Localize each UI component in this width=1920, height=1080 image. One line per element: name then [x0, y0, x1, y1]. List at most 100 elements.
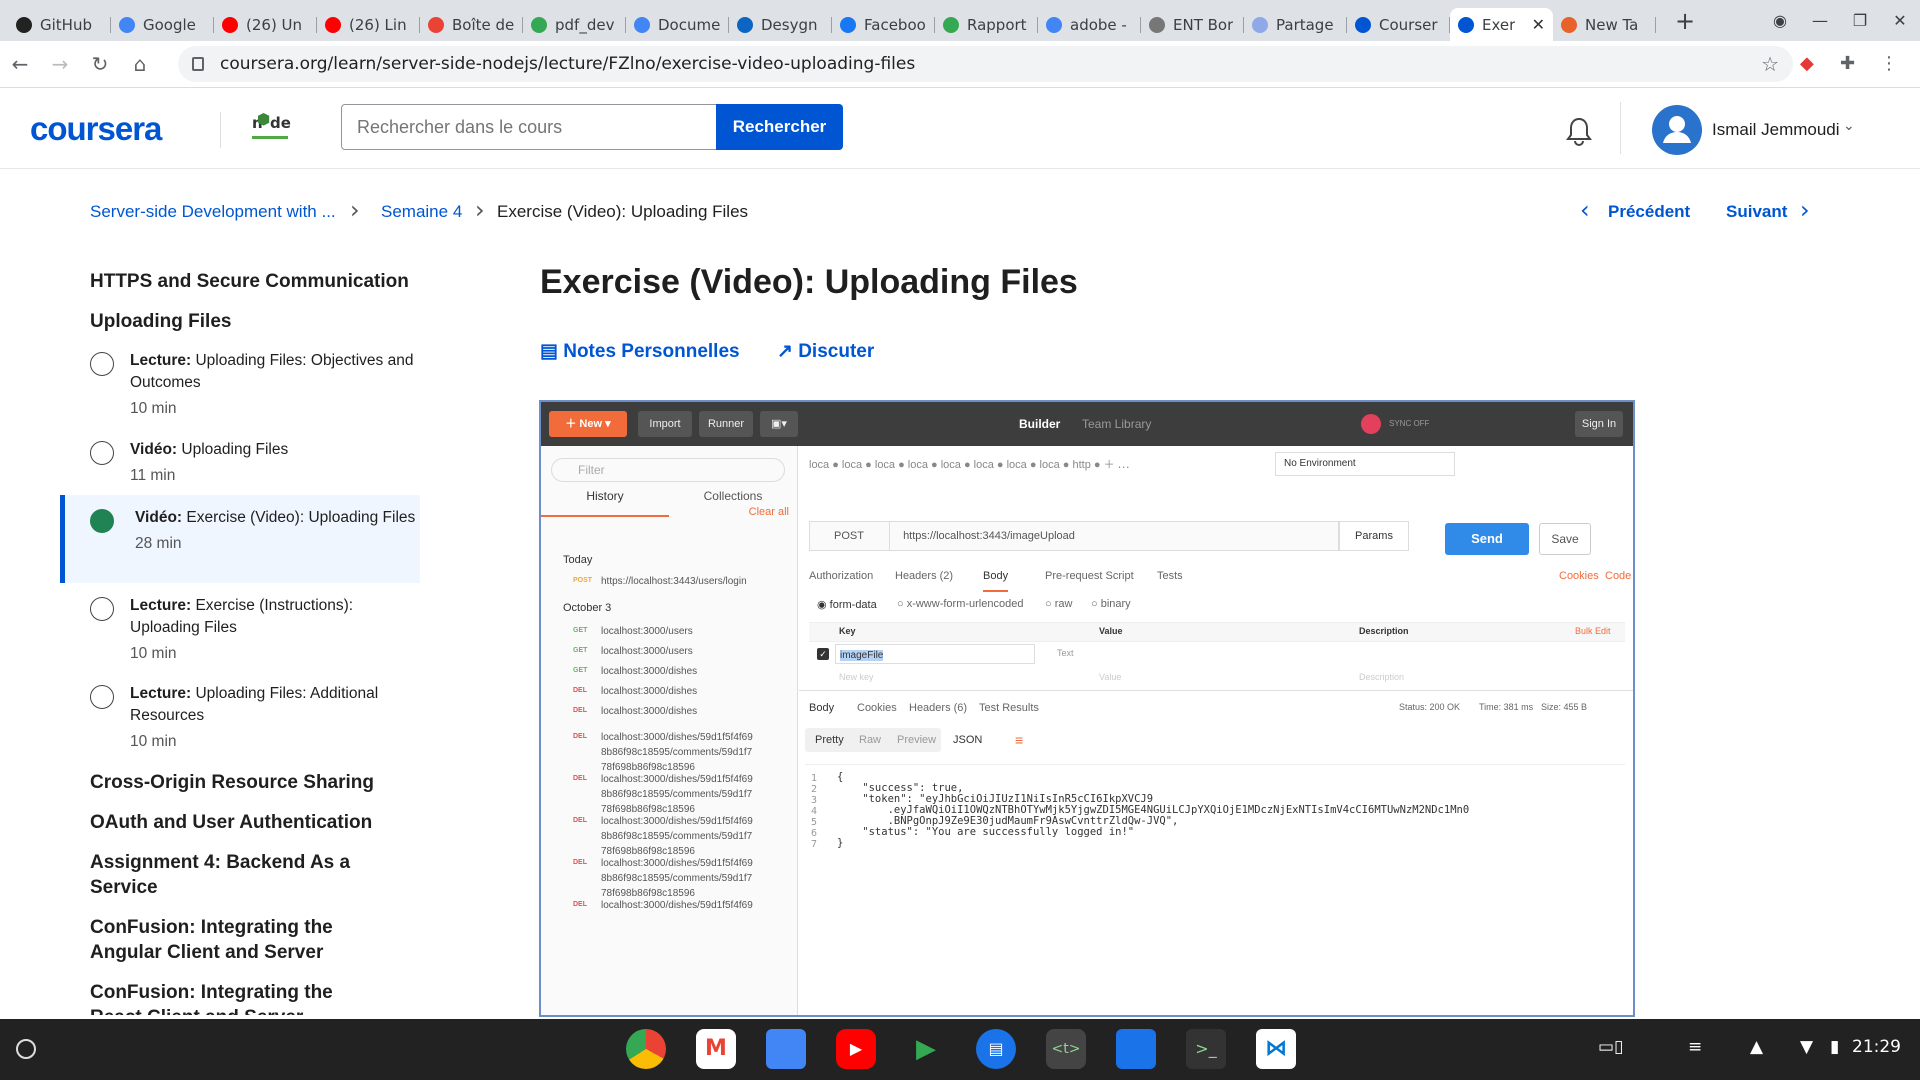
breadcrumb-week[interactable]: Semaine 4: [381, 202, 462, 222]
sidebar-section[interactable]: OAuth and User Authentication: [60, 810, 372, 835]
restore-button[interactable]: ❐: [1840, 11, 1880, 30]
bookmark-star-icon[interactable]: ☆: [1761, 52, 1779, 76]
browser-tab[interactable]: ENT Bor: [1141, 8, 1244, 41]
collections-tab[interactable]: Collections: [669, 489, 797, 503]
browser-tab[interactable]: Courser: [1347, 8, 1450, 41]
browser-tab[interactable]: pdf_dev: [523, 8, 626, 41]
sidebar-section[interactable]: Uploading Files: [60, 309, 231, 334]
sidebar-item-lecture[interactable]: Lecture: Uploading Files: Additional Res…: [60, 683, 420, 753]
battery-icon[interactable]: ▮: [1830, 1037, 1839, 1057]
save-button[interactable]: Save: [1539, 523, 1591, 555]
sidebar-section[interactable]: ConFusion: Integrating the Angular Clien…: [60, 915, 360, 965]
url-bar[interactable]: POST https://localhost:3443/imageUpload: [809, 521, 1339, 551]
close-tab-icon[interactable]: ✕: [1532, 15, 1545, 34]
omnibox[interactable]: coursera.org/learn/server-side-nodejs/le…: [178, 46, 1793, 82]
terminal-icon[interactable]: >_: [1186, 1029, 1226, 1069]
tab-prerequest[interactable]: Pre-request Script: [1045, 570, 1134, 582]
gmail-icon[interactable]: M: [696, 1029, 736, 1069]
history-item[interactable]: localhost:3000/dishes/59d1f5f4f69 8b86f9…: [601, 856, 781, 901]
browser-tab[interactable]: Rapport: [935, 8, 1038, 41]
youtube-icon[interactable]: ▶: [836, 1029, 876, 1069]
radio-binary[interactable]: ○ binary: [1091, 598, 1131, 610]
history-tab[interactable]: History: [541, 489, 669, 517]
params-button[interactable]: Params: [1339, 521, 1409, 551]
search-button[interactable]: Rechercher: [716, 104, 843, 150]
docs-icon[interactable]: [766, 1029, 806, 1069]
notes-link[interactable]: ▤ Notes Personnelles: [540, 340, 740, 363]
tab-body[interactable]: Body: [983, 570, 1009, 592]
history-item[interactable]: localhost:3000/dishes: [601, 664, 781, 679]
resp-tab-tests[interactable]: Test Results: [979, 702, 1039, 714]
tab-tests[interactable]: Tests: [1157, 570, 1183, 582]
new-key-input[interactable]: New key: [839, 672, 874, 682]
close-window-button[interactable]: ✕: [1880, 11, 1920, 30]
history-item[interactable]: localhost:3000/dishes/59d1f5f4f69 8b86f9…: [601, 772, 781, 817]
puzzle-icon[interactable]: ✚: [1840, 53, 1855, 74]
history-item[interactable]: localhost:3000/dishes: [601, 684, 781, 699]
forward-button[interactable]: →: [40, 52, 80, 76]
browser-tab[interactable]: Desygn: [729, 8, 832, 41]
chrome-icon[interactable]: [626, 1029, 666, 1069]
format-select[interactable]: JSON: [953, 734, 982, 746]
bulk-edit-link[interactable]: Bulk Edit: [1575, 626, 1611, 636]
view-preview[interactable]: Preview: [897, 734, 936, 746]
chevron-down-icon[interactable]: ⌄: [1843, 118, 1855, 134]
clear-all-link[interactable]: Clear all: [749, 506, 789, 518]
send-button[interactable]: Send: [1445, 523, 1529, 555]
radio-urlencoded[interactable]: ○ x-www-form-urlencoded: [897, 598, 1023, 610]
browser-tab[interactable]: Faceboo: [832, 8, 935, 41]
sidebar-section[interactable]: HTTPS and Secure Communication: [60, 269, 409, 294]
browser-tab[interactable]: New Ta: [1553, 8, 1656, 41]
minimize-button[interactable]: —: [1800, 11, 1840, 30]
wrap-icon[interactable]: ≡: [1015, 732, 1023, 748]
discuss-link[interactable]: ↗ Discuter: [777, 340, 874, 363]
launcher-icon[interactable]: [16, 1039, 36, 1059]
filter-input[interactable]: Filter: [551, 458, 785, 482]
play-store-icon[interactable]: ▶: [906, 1029, 946, 1069]
browser-tab[interactable]: Partage: [1244, 8, 1347, 41]
coursera-logo[interactable]: coursera: [30, 110, 162, 148]
team-library-tab[interactable]: Team Library: [1082, 417, 1151, 431]
history-item[interactable]: localhost:3000/dishes/59d1f5f4f69: [601, 898, 781, 913]
warning-icon[interactable]: ▲: [1750, 1037, 1763, 1057]
files-icon[interactable]: [1116, 1029, 1156, 1069]
notes-tray-icon[interactable]: ≡: [1688, 1037, 1702, 1057]
wifi-icon[interactable]: ▼: [1800, 1037, 1813, 1057]
environment-select[interactable]: No Environment: [1275, 452, 1455, 476]
browser-tab[interactable]: (26) Lin: [317, 8, 420, 41]
checkbox-icon[interactable]: ✓: [817, 648, 829, 660]
history-item[interactable]: localhost:3000/dishes/59d1f5f4f69 8b86f9…: [601, 730, 781, 775]
avatar[interactable]: [1652, 105, 1702, 155]
tab-headers[interactable]: Headers (2): [895, 570, 953, 582]
chevron-left-icon[interactable]: ‹: [1580, 196, 1590, 224]
browser-tab[interactable]: (26) Un: [214, 8, 317, 41]
bell-icon[interactable]: [1565, 116, 1593, 146]
extension-icon[interactable]: ◆: [1800, 53, 1814, 74]
browser-tab[interactable]: Exer ✕: [1450, 8, 1553, 41]
tab-search-icon[interactable]: ◉: [1760, 11, 1800, 30]
runner-button[interactable]: Runner: [699, 411, 753, 437]
cookies-link[interactable]: Cookies: [1559, 570, 1599, 582]
history-item[interactable]: localhost:3000/dishes: [601, 704, 781, 719]
clock[interactable]: 21:29: [1852, 1037, 1901, 1057]
resp-tab-body[interactable]: Body: [809, 702, 834, 714]
tab-authorization[interactable]: Authorization: [809, 570, 873, 582]
vscode-icon[interactable]: ⋈: [1256, 1029, 1296, 1069]
import-button[interactable]: Import: [638, 411, 692, 437]
new-window-button[interactable]: ▣▾: [760, 411, 798, 437]
kv-type-select[interactable]: Text: [1057, 648, 1074, 658]
signin-button[interactable]: Sign In: [1575, 411, 1623, 437]
browser-tab[interactable]: Google: [111, 8, 214, 41]
url-text[interactable]: coursera.org/learn/server-side-nodejs/le…: [220, 54, 915, 74]
new-desc-input[interactable]: Description: [1359, 672, 1404, 682]
new-value-input[interactable]: Value: [1099, 672, 1121, 682]
breadcrumb-course[interactable]: Server-side Development with ...: [90, 202, 336, 222]
back-button[interactable]: ←: [0, 52, 40, 76]
sidebar-item-video[interactable]: Vidéo: Uploading Files 11 min: [60, 439, 420, 487]
video-player[interactable]: ＋ New ▾ Import Runner ▣▾ Builder Team Li…: [539, 400, 1635, 1017]
view-pretty[interactable]: Pretty: [815, 734, 844, 746]
history-item[interactable]: localhost:3000/users: [601, 624, 781, 639]
messages-icon[interactable]: ▤: [976, 1029, 1016, 1069]
next-link[interactable]: Suivant: [1726, 202, 1787, 222]
sidebar-item-lecture[interactable]: Lecture: Uploading Files: Objectives and…: [60, 350, 420, 420]
